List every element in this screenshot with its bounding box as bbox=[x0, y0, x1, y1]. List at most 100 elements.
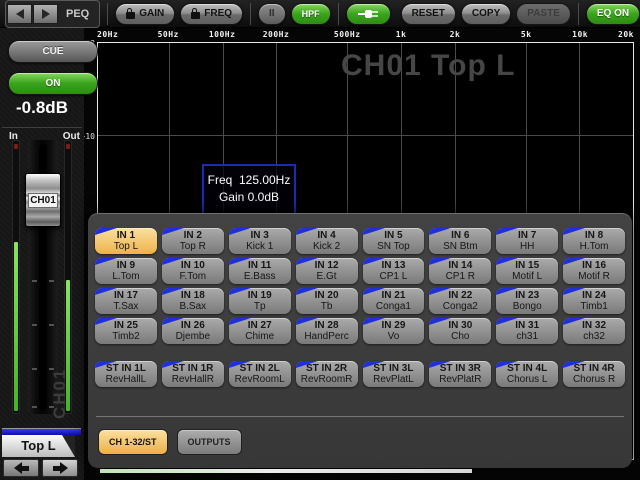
channel-select-panel: IN 1 Top L IN 2 Top R IN 3 Kick 1 IN 4 Kick 2 IN… bbox=[88, 213, 632, 468]
channel-button[interactable]: IN 17 T.Sax bbox=[95, 288, 157, 314]
lock-icon bbox=[191, 7, 201, 19]
channel-id: IN 3 bbox=[250, 230, 269, 241]
tooltip-freq-value: Freq 125.00Hz bbox=[207, 173, 291, 187]
freq-lock-button[interactable]: FREQ bbox=[180, 2, 244, 25]
next-arrow-icon bbox=[41, 8, 50, 19]
button-label: FREQ bbox=[204, 8, 233, 19]
channel-label: Top L bbox=[113, 241, 139, 252]
channel-button[interactable]: ST IN 1R RevHallR bbox=[161, 361, 224, 387]
copy-button[interactable]: COPY bbox=[460, 2, 512, 25]
channel-label: ch32 bbox=[583, 331, 605, 342]
channel-button[interactable]: IN 30 Cho bbox=[429, 318, 492, 344]
freq-tick-label: 100Hz bbox=[208, 30, 236, 39]
channel-button[interactable]: IN 10 F.Tom bbox=[161, 258, 224, 284]
channel-label: F.Tom bbox=[179, 271, 207, 282]
channel-label: Timb2 bbox=[112, 331, 140, 342]
channel-id: IN 5 bbox=[384, 230, 403, 241]
divider bbox=[250, 2, 252, 25]
channel-button[interactable]: ST IN 4R Chorus R bbox=[563, 361, 625, 387]
channel-button[interactable]: IN 26 Djembe bbox=[161, 318, 224, 344]
hpf-button[interactable]: HPF bbox=[290, 2, 331, 25]
channel-button[interactable]: IN 13 CP1 L bbox=[362, 258, 425, 284]
fader-scale-tick bbox=[49, 280, 54, 282]
channel-button[interactable]: IN 16 Motif R bbox=[563, 258, 625, 284]
channel-button[interactable]: IN 11 E.Bass bbox=[228, 258, 291, 284]
channel-button[interactable]: IN 23 Bongo bbox=[496, 288, 559, 314]
eq-type-button[interactable] bbox=[345, 2, 391, 25]
channel-id: ST IN 4L bbox=[507, 363, 548, 374]
channel-name-tag[interactable]: Top L bbox=[2, 435, 75, 457]
panel-tabs: CH 1-32/ST OUTPUTS bbox=[98, 429, 242, 455]
channel-button[interactable]: ST IN 4L Chorus L bbox=[496, 361, 559, 387]
channel-id: IN 24 bbox=[582, 290, 607, 301]
channel-button[interactable]: ST IN 2L RevRoomL bbox=[228, 361, 291, 387]
channel-id: IN 28 bbox=[314, 320, 339, 331]
tab-ch-1-32-st[interactable]: CH 1-32/ST bbox=[98, 429, 168, 455]
channel-id: IN 14 bbox=[448, 260, 473, 271]
channel-on-button[interactable]: ON bbox=[8, 72, 98, 95]
channel-button[interactable]: IN 32 ch32 bbox=[563, 318, 625, 344]
channel-button[interactable]: ST IN 1L RevHallL bbox=[95, 361, 157, 387]
channel-id: ST IN 3L bbox=[373, 363, 414, 374]
channel-button[interactable]: IN 1 Top L bbox=[95, 228, 157, 254]
button-label: RESET bbox=[411, 8, 445, 19]
next-channel-button[interactable] bbox=[42, 459, 78, 477]
channel-button[interactable]: IN 3 Kick 1 bbox=[228, 228, 291, 254]
peak-led-icon bbox=[14, 144, 18, 149]
peq-label: PEQ bbox=[66, 7, 90, 20]
channel-button[interactable]: IN 2 Top R bbox=[161, 228, 224, 254]
channel-button[interactable]: IN 12 E.Gt bbox=[295, 258, 358, 284]
channel-button[interactable]: IN 31 ch31 bbox=[496, 318, 559, 344]
button-label: COPY bbox=[471, 8, 501, 19]
channel-button[interactable]: IN 19 Tp bbox=[228, 288, 291, 314]
channel-button[interactable]: ST IN 3L RevPlatL bbox=[362, 361, 425, 387]
channel-button[interactable]: IN 8 H.Tom bbox=[563, 228, 625, 254]
channel-button[interactable]: IN 5 SN Top bbox=[362, 228, 425, 254]
channel-button[interactable]: IN 7 HH bbox=[496, 228, 559, 254]
eq-on-button[interactable]: EQ ON bbox=[585, 2, 640, 25]
channel-button[interactable]: IN 9 L.Tom bbox=[95, 258, 157, 284]
fader-handle[interactable]: CH01 bbox=[25, 173, 61, 227]
cue-button[interactable]: CUE bbox=[8, 40, 98, 63]
channel-button[interactable]: IN 21 Conga1 bbox=[362, 288, 425, 314]
channel-label: B.Sax bbox=[179, 301, 207, 312]
channel-button[interactable]: IN 4 Kick 2 bbox=[295, 228, 358, 254]
channel-label: RevHallL bbox=[105, 374, 147, 385]
channel-button[interactable]: IN 29 Vo bbox=[362, 318, 425, 344]
channel-button[interactable]: IN 15 Motif L bbox=[496, 258, 559, 284]
channel-button[interactable]: IN 27 Chime bbox=[228, 318, 291, 344]
channel-button[interactable]: IN 6 SN Btm bbox=[429, 228, 492, 254]
h-gridline bbox=[98, 135, 633, 137]
channel-button[interactable]: IN 20 Tb bbox=[295, 288, 358, 314]
channel-label: Conga2 bbox=[442, 301, 478, 312]
fader-gain-value: -0.8dB bbox=[16, 98, 68, 117]
next-band-button[interactable] bbox=[33, 3, 58, 24]
button-label: II bbox=[269, 8, 275, 19]
button-label: ON bbox=[45, 78, 61, 89]
channel-button[interactable]: IN 24 Timb1 bbox=[563, 288, 625, 314]
channel-label: Kick 1 bbox=[246, 241, 274, 252]
channel-button[interactable]: IN 25 Timb2 bbox=[95, 318, 157, 344]
channel-label: Chorus R bbox=[572, 374, 616, 385]
channel-button[interactable]: IN 18 B.Sax bbox=[161, 288, 224, 314]
channel-id: IN 13 bbox=[381, 260, 406, 271]
channel-id: ST IN 2L bbox=[239, 363, 280, 374]
channel-id: IN 12 bbox=[314, 260, 339, 271]
paste-button[interactable]: PASTE bbox=[516, 2, 571, 25]
channel-label: SN Top bbox=[377, 241, 410, 252]
channel-button[interactable]: IN 14 CP1 R bbox=[429, 258, 492, 284]
tab-outputs[interactable]: OUTPUTS bbox=[176, 429, 242, 455]
channel-id: ST IN 3R bbox=[439, 363, 481, 374]
channel-button[interactable]: ST IN 2R RevRoomR bbox=[295, 361, 358, 387]
channel-label: ch31 bbox=[516, 331, 539, 342]
prev-channel-button[interactable] bbox=[3, 459, 39, 477]
prev-band-button[interactable] bbox=[7, 3, 32, 24]
reset-button[interactable]: RESET bbox=[400, 2, 456, 25]
channel-button[interactable]: ST IN 3R RevPlatR bbox=[429, 361, 492, 387]
band-pair-button[interactable]: II bbox=[258, 2, 286, 25]
channel-button[interactable]: IN 28 HandPerc bbox=[295, 318, 358, 344]
gain-lock-button[interactable]: GAIN bbox=[115, 2, 176, 25]
channel-button[interactable]: IN 22 Conga2 bbox=[429, 288, 492, 314]
channel-label: Kick 2 bbox=[312, 241, 341, 252]
divider bbox=[2, 127, 82, 128]
